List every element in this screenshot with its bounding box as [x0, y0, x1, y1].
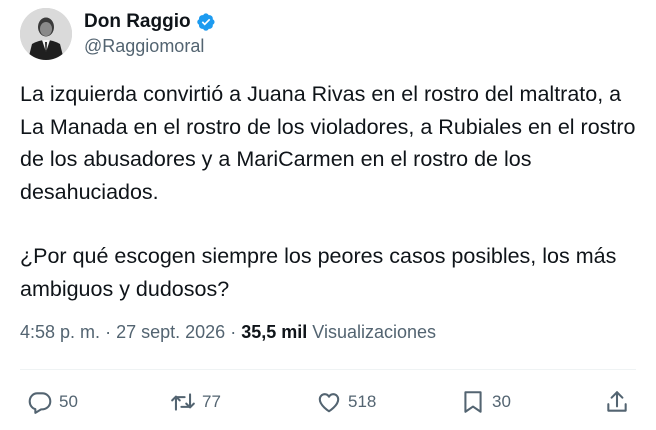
tweet-time[interactable]: 4:58 p. m. — [20, 322, 100, 342]
like-count: 518 — [348, 392, 377, 411]
bookmark-icon — [464, 391, 482, 413]
divider — [20, 369, 636, 370]
retweet-icon — [171, 393, 195, 411]
avatar-image — [20, 8, 72, 60]
reply-icon — [28, 392, 52, 414]
verified-badge-icon[interactable] — [196, 12, 216, 32]
reply-button[interactable]: 50 — [27, 384, 78, 420]
meta-separator: · — [105, 322, 112, 342]
share-button[interactable] — [604, 384, 630, 420]
retweet-button[interactable]: 77 — [170, 384, 221, 420]
action-bar: 50 77 518 30 — [0, 384, 656, 420]
avatar[interactable] — [20, 8, 72, 60]
bookmark-button[interactable]: 30 — [460, 384, 511, 420]
heart-icon — [318, 393, 340, 413]
retweet-count: 77 — [202, 392, 221, 411]
tweet: Don Raggio @Raggiomoral La izquierda con… — [0, 0, 656, 430]
handle[interactable]: @Raggiomoral — [84, 36, 204, 57]
tweet-meta: 4:58 p. m. · 27 sept. 2026 · 35,5 mil Vi… — [20, 322, 436, 343]
tweet-text: La izquierda convirtió a Juana Rivas en … — [20, 78, 640, 305]
name-row: Don Raggio — [84, 10, 216, 34]
tweet-date[interactable]: 27 sept. 2026 — [116, 322, 225, 342]
share-icon — [607, 391, 627, 412]
bookmark-count: 30 — [492, 392, 511, 411]
tweet-paragraph: La izquierda convirtió a Juana Rivas en … — [20, 82, 636, 204]
reply-count: 50 — [59, 392, 78, 411]
tweet-paragraph: ¿Por qué escogen siempre los peores caso… — [20, 244, 617, 301]
display-name[interactable]: Don Raggio — [84, 11, 191, 33]
views-label: Visualizaciones — [312, 322, 437, 342]
meta-separator: · — [230, 322, 237, 342]
views-count: 35,5 mil — [241, 322, 308, 342]
like-button[interactable]: 518 — [316, 384, 376, 420]
